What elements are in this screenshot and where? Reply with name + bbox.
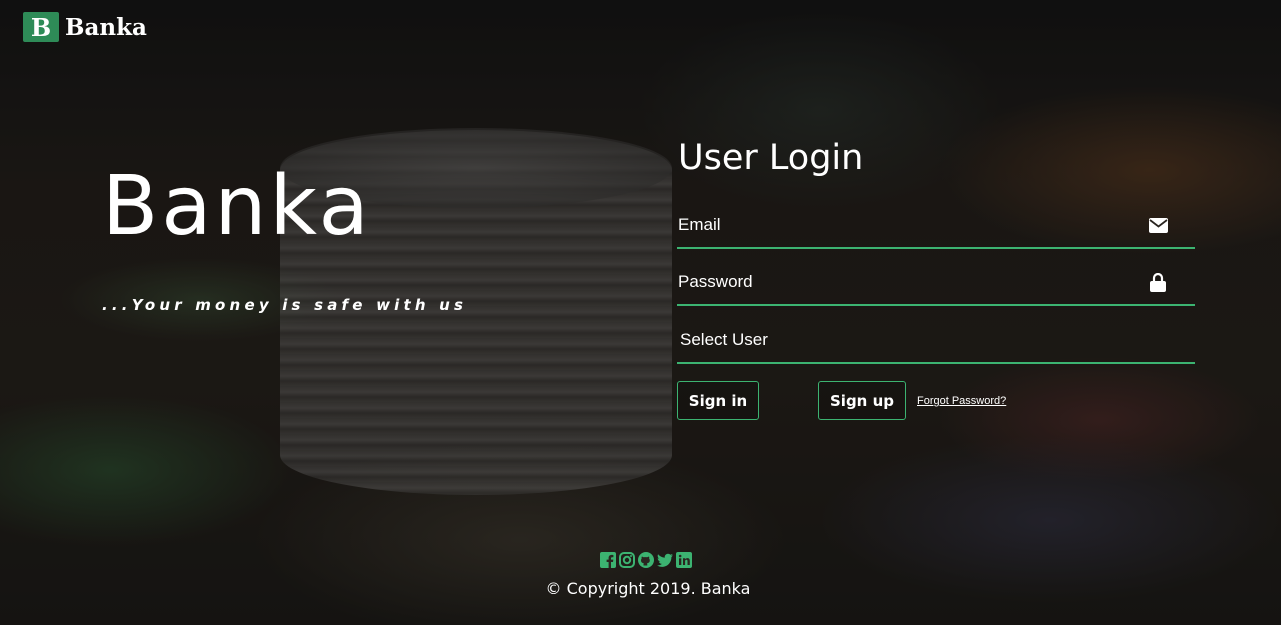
user-type-select[interactable]: Select User xyxy=(677,318,1195,364)
envelope-icon xyxy=(1147,214,1169,236)
facebook-icon[interactable] xyxy=(600,552,616,568)
email-field-label: Email xyxy=(678,215,721,234)
twitter-icon[interactable] xyxy=(657,552,673,568)
password-field[interactable]: Password xyxy=(677,260,1195,306)
header-logo[interactable]: B Banka xyxy=(23,12,147,42)
user-type-select-value: Select User xyxy=(680,330,768,349)
github-icon[interactable] xyxy=(638,552,654,568)
email-field[interactable]: Email xyxy=(677,203,1195,249)
password-field-label: Password xyxy=(678,272,753,291)
logo-text: Banka xyxy=(65,13,147,41)
lock-icon xyxy=(1147,271,1169,293)
hero-title: Banka xyxy=(102,159,372,254)
instagram-icon[interactable] xyxy=(619,552,635,568)
logo-icon: B xyxy=(23,12,59,42)
login-title: User Login xyxy=(678,138,864,178)
linkedin-icon[interactable] xyxy=(676,552,692,568)
copyright-text: © Copyright 2019. Banka xyxy=(545,579,751,598)
hero-tagline: ...Your money is safe with us xyxy=(102,296,468,314)
social-links xyxy=(600,552,692,568)
sign-in-button[interactable]: Sign in xyxy=(677,381,759,420)
login-page: B Banka Banka ...Your money is safe with… xyxy=(0,0,1281,625)
forgot-password-link[interactable]: Forgot Password? xyxy=(917,395,1006,407)
sign-up-button[interactable]: Sign up xyxy=(818,381,906,420)
